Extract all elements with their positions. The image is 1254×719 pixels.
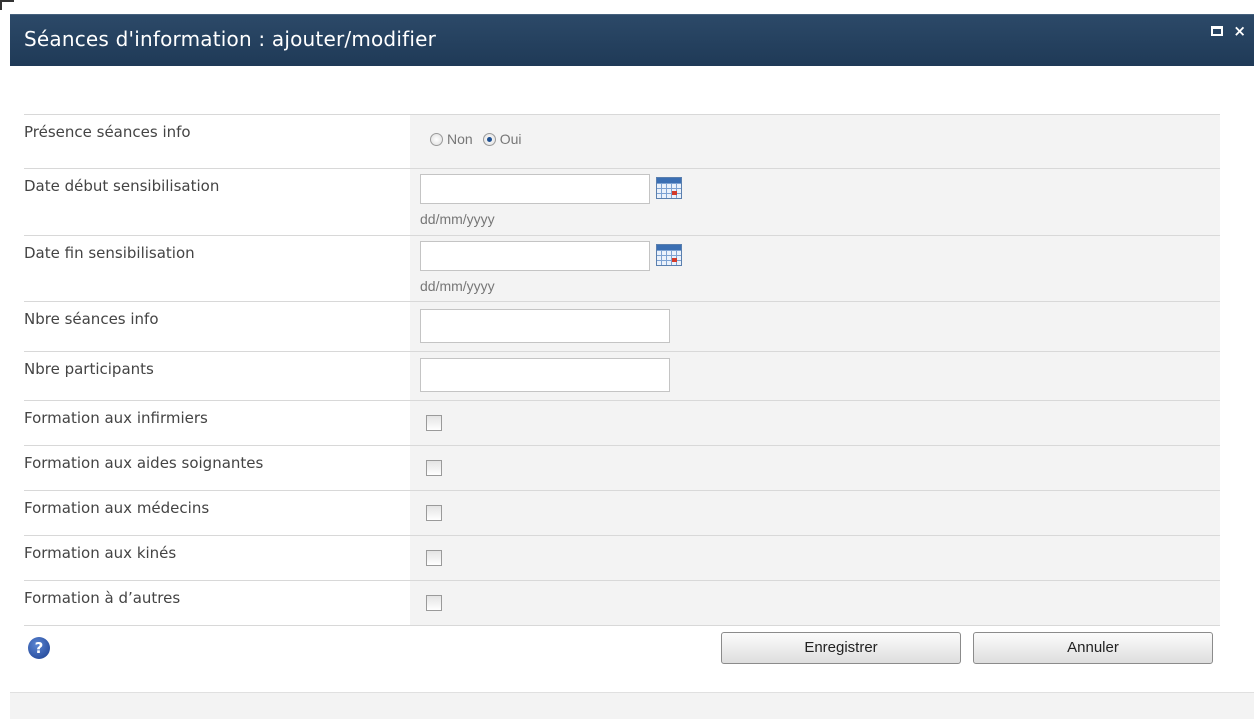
dialog-body: Présence séances info Non Oui Date début… (10, 66, 1254, 719)
field-label: Formation aux kinés (24, 536, 410, 580)
field-value: dd/mm/yyyy (410, 169, 1220, 235)
dialog-footer (10, 692, 1254, 719)
row-formation-medecins: Formation aux médecins (24, 491, 1220, 536)
page-corner-glyph (0, 0, 14, 10)
row-date-fin: Date fin sensibilisation dd/mm/yyyy (24, 236, 1220, 302)
date-format-hint: dd/mm/yyyy (420, 278, 495, 294)
checkbox-autres[interactable] (426, 595, 442, 611)
presence-radio-group: Non Oui (430, 131, 531, 147)
field-value: dd/mm/yyyy (410, 236, 1220, 301)
row-formation-kines: Formation aux kinés (24, 536, 1220, 581)
page-frame: Séances d'information : ajouter/modifier… (0, 0, 1254, 719)
field-value (410, 536, 1220, 580)
radio-non[interactable] (430, 132, 443, 146)
radio-non-label[interactable]: Non (447, 131, 473, 147)
checkbox-medecins[interactable] (426, 505, 442, 521)
nbre-participants-input[interactable] (420, 358, 670, 392)
field-label: Formation aux médecins (24, 491, 410, 535)
field-label: Présence séances info (24, 115, 410, 168)
calendar-icon[interactable] (656, 177, 682, 199)
row-formation-aides: Formation aux aides soignantes (24, 446, 1220, 491)
field-value (410, 302, 1220, 351)
calendar-icon[interactable] (656, 244, 682, 266)
save-button[interactable]: Enregistrer (721, 632, 961, 664)
checkbox-kines[interactable] (426, 550, 442, 566)
row-formation-autres: Formation à d’autres (24, 581, 1220, 626)
field-value (410, 352, 1220, 400)
row-nbre-participants: Nbre participants (24, 352, 1220, 401)
field-label: Formation aux infirmiers (24, 401, 410, 445)
field-label: Formation aux aides soignantes (24, 446, 410, 490)
radio-oui[interactable] (482, 132, 496, 146)
field-value (410, 491, 1220, 535)
title-controls: × (1211, 23, 1246, 39)
field-label: Date début sensibilisation (24, 169, 410, 235)
row-formation-infirmiers: Formation aux infirmiers (24, 401, 1220, 446)
field-label: Nbre participants (24, 352, 410, 400)
nbre-seances-input[interactable] (420, 309, 670, 343)
date-format-hint: dd/mm/yyyy (420, 211, 495, 227)
help-icon[interactable]: ? (28, 637, 50, 659)
row-presence-seances: Présence séances info Non Oui (24, 115, 1220, 169)
dialog-titlebar: Séances d'information : ajouter/modifier… (10, 14, 1254, 66)
checkbox-infirmiers[interactable] (426, 415, 442, 431)
dialog-title: Séances d'information : ajouter/modifier (24, 27, 437, 51)
close-icon[interactable]: × (1233, 23, 1246, 39)
date-fin-input[interactable] (420, 241, 650, 271)
radio-oui-label[interactable]: Oui (500, 131, 522, 147)
checkbox-aides-soignantes[interactable] (426, 460, 442, 476)
field-label: Nbre séances info (24, 302, 410, 351)
field-value: Non Oui (410, 115, 1220, 168)
field-value (410, 446, 1220, 490)
date-debut-input[interactable] (420, 174, 650, 204)
field-value (410, 401, 1220, 445)
form-table: Présence séances info Non Oui Date début… (24, 114, 1220, 626)
row-date-debut: Date début sensibilisation dd/mm/yyyy (24, 169, 1220, 236)
cancel-button[interactable]: Annuler (973, 632, 1213, 664)
row-nbre-seances: Nbre séances info (24, 302, 1220, 352)
field-value (410, 581, 1220, 625)
field-label: Formation à d’autres (24, 581, 410, 625)
field-label: Date fin sensibilisation (24, 236, 410, 301)
maximize-icon[interactable] (1211, 26, 1224, 36)
